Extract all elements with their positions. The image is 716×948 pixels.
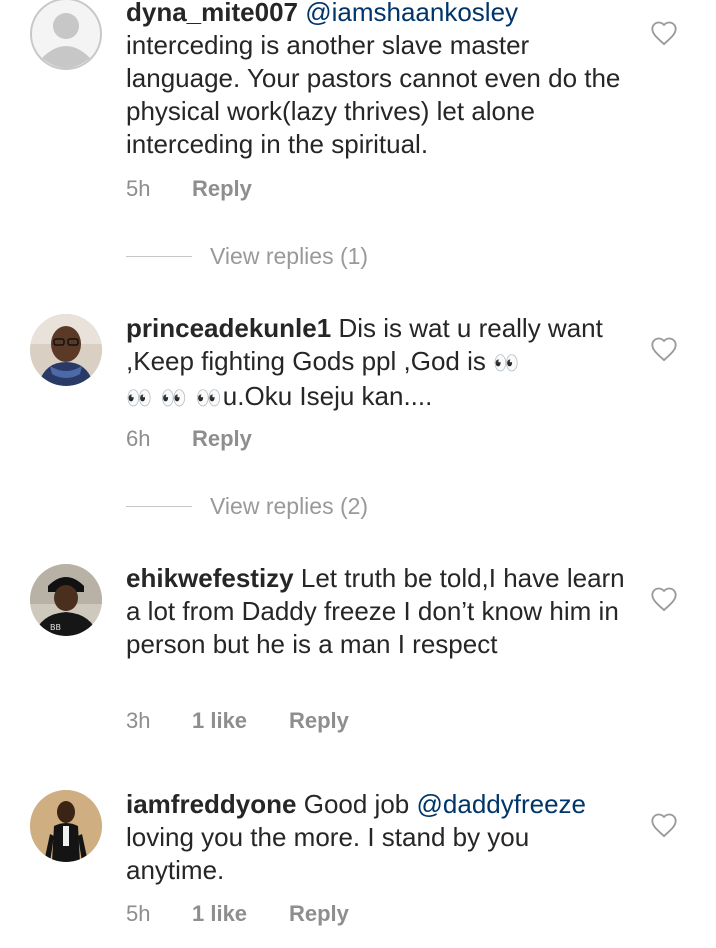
view-replies-button[interactable]: View replies (1)	[126, 242, 368, 270]
avatar[interactable]: BB	[30, 564, 102, 636]
comment-content-cont: u.Oku Iseju kan....	[222, 381, 433, 411]
comment-body: princeadekunle1 Dis is wat u really want…	[126, 312, 626, 415]
likes-count[interactable]: 1 like	[192, 901, 289, 927]
default-avatar-icon[interactable]	[30, 0, 102, 70]
view-replies-divider	[126, 505, 192, 507]
view-replies-label[interactable]: View replies (2)	[210, 493, 368, 520]
like-heart-icon[interactable]	[650, 812, 678, 838]
reply-button[interactable]: Reply	[192, 176, 252, 202]
comment-username[interactable]: princeadekunle1	[126, 313, 331, 343]
comment-mention[interactable]: @iamshaankosley	[305, 0, 518, 27]
comment-time: 6h	[126, 426, 151, 451]
comment-username[interactable]: ehikwefestizy	[126, 563, 294, 593]
comment-text: dyna_mite007 @iamshaankosley interceding…	[126, 0, 626, 161]
like-heart-icon[interactable]	[650, 20, 678, 46]
comment-text: princeadekunle1 Dis is wat u really want…	[126, 312, 626, 415]
like-heart-icon[interactable]	[650, 336, 678, 362]
comment-time: 3h	[126, 708, 151, 733]
comment-username[interactable]: iamfreddyone	[126, 789, 297, 819]
like-heart-icon[interactable]	[650, 586, 678, 612]
comment-text: iamfreddyone Good job @daddyfreeze lovin…	[126, 788, 626, 887]
reply-button[interactable]: Reply	[192, 426, 252, 452]
comment-body: iamfreddyone Good job @daddyfreeze lovin…	[126, 788, 626, 887]
eyes-emoji: 👀	[493, 351, 521, 375]
comment-time: 5h	[126, 901, 151, 926]
comment-content: Good job	[303, 789, 410, 819]
comment-text: ehikwefestizy Let truth be told,I have l…	[126, 562, 626, 661]
comment-body: ehikwefestizy Let truth be told,I have l…	[126, 562, 626, 661]
comment-time: 5h	[126, 176, 151, 201]
svg-text:BB: BB	[50, 623, 61, 632]
reply-button[interactable]: Reply	[289, 708, 349, 734]
view-replies-label[interactable]: View replies (1)	[210, 243, 368, 270]
view-replies-button[interactable]: View replies (2)	[126, 492, 368, 520]
comment-body: dyna_mite007 @iamshaankosley interceding…	[126, 0, 626, 161]
comment-username[interactable]: dyna_mite007	[126, 0, 298, 27]
reply-button[interactable]: Reply	[289, 901, 349, 927]
likes-count[interactable]: 1 like	[192, 708, 289, 734]
comment-meta: 5h Reply	[126, 176, 252, 202]
view-replies-divider	[126, 255, 192, 257]
eyes-emoji-group: 👀 👀 👀	[126, 386, 223, 410]
comment-meta: 3h 1 like Reply	[126, 708, 349, 734]
avatar[interactable]	[30, 314, 102, 386]
avatar[interactable]	[30, 790, 102, 862]
comment-mention[interactable]: @daddyfreeze	[417, 789, 587, 819]
comment-content-cont: loving you the more. I stand by you anyt…	[126, 822, 530, 885]
comment-meta: 5h 1 like Reply	[126, 901, 349, 927]
comment-content: interceding is another slave master lang…	[126, 30, 621, 159]
comment-meta: 6h Reply	[126, 426, 252, 452]
